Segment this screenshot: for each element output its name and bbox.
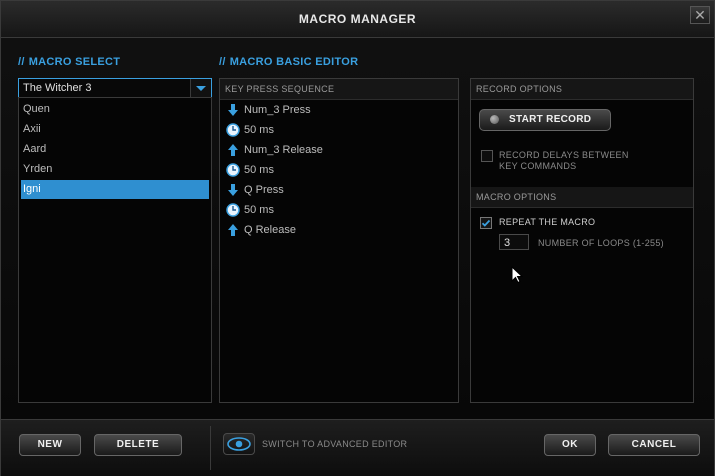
basic-editor-heading-text: MACRO BASIC EDITOR — [229, 56, 359, 68]
sequence-step[interactable]: Num_3 Press — [226, 101, 311, 119]
repeat-macro-label: REPEAT THE MACRO — [499, 217, 596, 227]
macro-select-heading: //MACRO SELECT — [18, 56, 120, 68]
mouse-cursor-icon — [511, 266, 523, 284]
record-dot-icon — [490, 115, 499, 124]
sequence-step[interactable]: Q Press — [226, 181, 284, 199]
footer-bar: NEW DELETE SWITCH TO ADVANCED EDITOR OK … — [1, 419, 714, 476]
heading-slash: // — [18, 56, 25, 68]
macro-list-item[interactable]: Aard — [21, 140, 209, 159]
game-profile-dropdown[interactable]: The Witcher 3 — [18, 78, 212, 99]
macro-list-item[interactable]: Quen — [21, 100, 209, 119]
clock-icon — [226, 203, 240, 217]
sequence-step[interactable]: 50 ms — [226, 201, 274, 219]
sequence-step-text: 50 ms — [244, 204, 274, 216]
heading-slash: // — [219, 56, 226, 68]
sequence-step-text: 50 ms — [244, 124, 274, 136]
ok-button[interactable]: OK — [544, 434, 596, 456]
record-delays-label-line2: KEY COMMANDS — [499, 161, 577, 171]
arrow-up-icon — [228, 224, 238, 237]
sequence-step[interactable]: Q Release — [226, 221, 296, 239]
arrow-down-icon — [228, 104, 238, 117]
window-title: MACRO MANAGER — [298, 12, 417, 26]
dropdown-toggle-button[interactable] — [190, 79, 211, 98]
loops-input[interactable]: 3 — [499, 234, 529, 250]
chevron-down-icon — [196, 86, 206, 91]
new-button[interactable]: NEW — [19, 434, 81, 456]
sequence-step-text: Num_3 Press — [244, 104, 311, 116]
game-profile-value: The Witcher 3 — [23, 82, 92, 94]
macro-select-heading-text: MACRO SELECT — [28, 56, 121, 68]
record-options-header: RECORD OPTIONS — [471, 79, 693, 100]
start-record-button[interactable]: START RECORD — [479, 109, 611, 131]
switch-editor-button[interactable] — [223, 433, 255, 455]
repeat-macro-checkbox[interactable] — [480, 217, 492, 229]
sequence-step-text: Num_3 Release — [244, 144, 323, 156]
clock-icon — [226, 163, 240, 177]
arrow-down-icon — [228, 184, 238, 197]
sequence-step-text: Q Press — [244, 184, 284, 196]
footer-divider — [210, 426, 211, 470]
macro-list-item[interactable]: Axii — [21, 120, 209, 139]
cancel-button[interactable]: CANCEL — [608, 434, 700, 456]
macro-list-item-selected[interactable]: Igni — [21, 180, 209, 199]
key-sequence-panel: KEY PRESS SEQUENCE Num_3 Press 50 ms Num… — [219, 78, 459, 403]
macro-manager-window: MACRO MANAGER ✕ //MACRO SELECT The Witch… — [0, 0, 715, 476]
start-record-label: START RECORD — [509, 114, 592, 125]
macro-list-item[interactable]: Yrden — [21, 160, 209, 179]
clock-icon — [226, 123, 240, 137]
macro-options-header: MACRO OPTIONS — [471, 187, 693, 208]
sequence-step-text: Q Release — [244, 224, 296, 236]
arrow-up-icon — [228, 144, 238, 157]
record-delays-label-line1: RECORD DELAYS BETWEEN — [499, 150, 629, 160]
sequence-step[interactable]: Num_3 Release — [226, 141, 323, 159]
switch-editor-label[interactable]: SWITCH TO ADVANCED EDITOR — [262, 439, 407, 449]
delete-button[interactable]: DELETE — [94, 434, 182, 456]
loops-label: NUMBER OF LOOPS (1-255) — [538, 238, 664, 248]
eye-icon — [227, 437, 251, 451]
record-delays-checkbox[interactable] — [481, 150, 493, 162]
sequence-step[interactable]: 50 ms — [226, 121, 274, 139]
close-button[interactable]: ✕ — [690, 6, 710, 24]
sequence-step-text: 50 ms — [244, 164, 274, 176]
title-bar: MACRO MANAGER ✕ — [1, 1, 714, 38]
macro-list: Quen Axii Aard Yrden Igni — [18, 97, 212, 403]
sequence-step[interactable]: 50 ms — [226, 161, 274, 179]
basic-editor-heading: //MACRO BASIC EDITOR — [219, 56, 358, 68]
key-sequence-header: KEY PRESS SEQUENCE — [220, 79, 458, 100]
checkmark-icon — [481, 219, 491, 227]
